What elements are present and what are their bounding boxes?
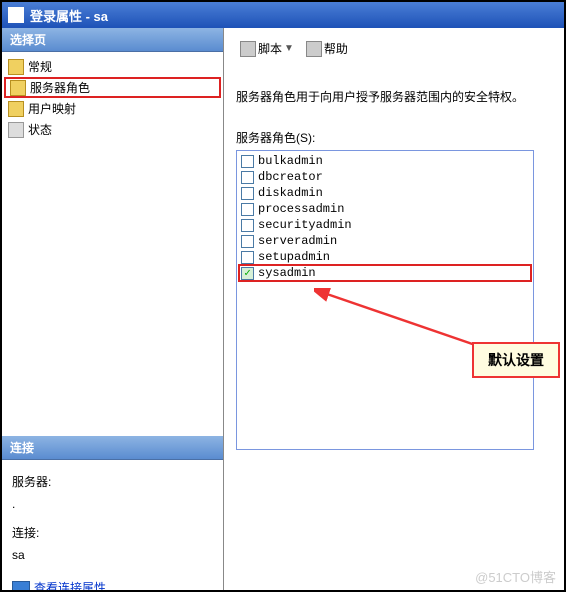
description-text: 服务器角色用于向用户授予服务器范围内的安全特权。 xyxy=(236,88,552,105)
nav-item-0[interactable]: 常规 xyxy=(2,56,223,77)
nav-item-label: 常规 xyxy=(28,58,52,75)
page-icon xyxy=(10,80,26,96)
state-icon xyxy=(8,122,24,138)
page-icon xyxy=(8,59,24,75)
nav-pane: 常规服务器角色用户映射状态 xyxy=(2,52,223,436)
role-name: sysadmin xyxy=(258,266,316,280)
help-icon xyxy=(306,41,322,57)
role-item-bulkadmin[interactable]: bulkadmin xyxy=(239,153,531,169)
titlebar[interactable]: 登录属性 - sa xyxy=(2,2,564,28)
role-item-serveradmin[interactable]: serveradmin xyxy=(239,233,531,249)
role-checkbox[interactable] xyxy=(241,187,254,200)
role-item-diskadmin[interactable]: diskadmin xyxy=(239,185,531,201)
role-name: setupadmin xyxy=(258,250,330,264)
content-area: 脚本 ▼ 帮助 服务器角色用于向用户授予服务器范围内的安全特权。 服务器角色(S… xyxy=(224,28,564,590)
role-checkbox[interactable] xyxy=(241,203,254,216)
role-name: processadmin xyxy=(258,202,344,216)
role-checkbox[interactable] xyxy=(241,155,254,168)
role-name: serveradmin xyxy=(258,234,337,248)
connection-header: 连接 xyxy=(2,436,223,460)
annotation-label: 默认设置 xyxy=(472,342,560,378)
role-item-sysadmin[interactable]: ✓ sysadmin xyxy=(238,264,532,282)
nav-item-2[interactable]: 用户映射 xyxy=(2,98,223,119)
connection-label: 连接: xyxy=(12,523,213,545)
role-item-setupadmin[interactable]: setupadmin xyxy=(239,249,531,265)
page-icon xyxy=(8,101,24,117)
role-name: bulkadmin xyxy=(258,154,323,168)
role-checkbox[interactable] xyxy=(241,235,254,248)
app-icon xyxy=(8,7,24,23)
nav-item-1[interactable]: 服务器角色 xyxy=(4,77,221,98)
role-name: diskadmin xyxy=(258,186,323,200)
nav-item-3[interactable]: 状态 xyxy=(2,119,223,140)
nav-item-label: 用户映射 xyxy=(28,100,76,117)
chevron-down-icon: ▼ xyxy=(284,43,294,54)
server-roles-listbox[interactable]: bulkadmin dbcreator diskadmin processadmin s… xyxy=(236,150,534,450)
connection-icon xyxy=(12,581,30,592)
toolbar: 脚本 ▼ 帮助 xyxy=(236,38,552,70)
role-item-dbcreator[interactable]: dbcreator xyxy=(239,169,531,185)
view-connection-link[interactable]: 查看连接属性 xyxy=(34,578,106,592)
script-icon xyxy=(240,41,256,57)
script-label: 脚本 xyxy=(258,40,282,57)
role-checkbox[interactable] xyxy=(241,251,254,264)
role-checkbox[interactable]: ✓ xyxy=(241,267,254,280)
connection-value: sa xyxy=(12,545,213,567)
help-label: 帮助 xyxy=(324,40,348,57)
server-value: . xyxy=(12,494,213,516)
role-item-securityadmin[interactable]: securityadmin xyxy=(239,217,531,233)
login-properties-dialog: 登录属性 - sa 选择页 常规服务器角色用户映射状态 连接 服务器: . 连接… xyxy=(0,0,566,592)
server-label: 服务器: xyxy=(12,472,213,494)
role-name: securityadmin xyxy=(258,218,352,232)
role-item-processadmin[interactable]: processadmin xyxy=(239,201,531,217)
help-button[interactable]: 帮助 xyxy=(302,38,352,59)
roles-label: 服务器角色(S): xyxy=(236,129,552,146)
select-page-header: 选择页 xyxy=(2,28,223,52)
role-name: dbcreator xyxy=(258,170,323,184)
view-connection-props[interactable]: 查看连接属性 xyxy=(12,578,213,592)
role-checkbox[interactable] xyxy=(241,171,254,184)
sidebar: 选择页 常规服务器角色用户映射状态 连接 服务器: . 连接: sa 查看连接属… xyxy=(2,28,224,590)
window-title: 登录属性 - sa xyxy=(30,6,108,25)
script-button[interactable]: 脚本 ▼ xyxy=(236,38,298,59)
nav-item-label: 服务器角色 xyxy=(30,79,90,96)
nav-item-label: 状态 xyxy=(28,121,52,138)
connection-pane: 服务器: . 连接: sa 查看连接属性 xyxy=(2,460,223,592)
role-checkbox[interactable] xyxy=(241,219,254,232)
